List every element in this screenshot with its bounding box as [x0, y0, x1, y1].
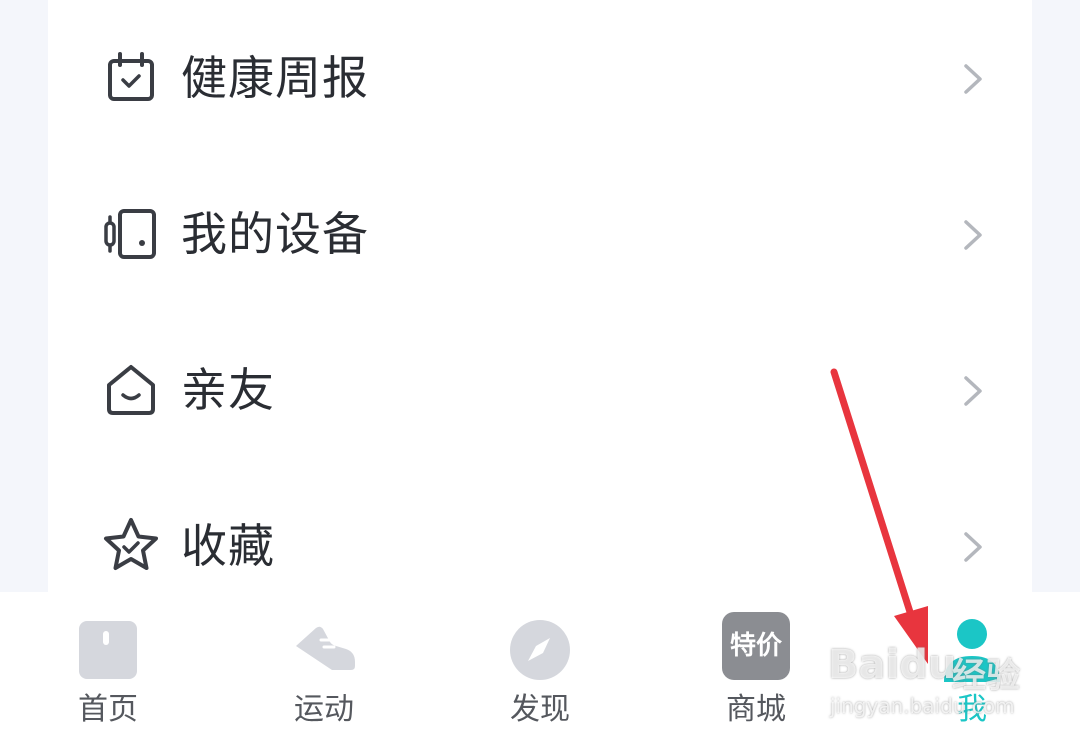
tab-label: 运动	[294, 692, 354, 727]
shoe-icon	[296, 626, 355, 670]
tab-mall[interactable]: 特价 商城	[686, 592, 826, 742]
tab-label: 发现	[510, 692, 570, 727]
tab-me[interactable]: 我	[902, 592, 1042, 742]
home-smile-icon	[107, 365, 155, 415]
special-price-badge: 特价	[729, 631, 782, 661]
menu-item-label: 我的设备	[181, 207, 369, 261]
menu-item-label: 收藏	[181, 519, 275, 573]
menu-card: 健康周报 我的设备 亲友 收藏	[48, 0, 1032, 592]
star-check-icon	[104, 518, 158, 570]
menu-item-label: 亲友	[181, 363, 275, 417]
chevron-right-icon	[964, 532, 982, 562]
tab-sports[interactable]: 运动	[254, 592, 394, 742]
chevron-right-icon	[964, 64, 982, 94]
menu-item-my-devices[interactable]: 我的设备	[48, 156, 1032, 312]
menu-item-label: 健康周报	[181, 51, 369, 105]
tab-home[interactable]: 首页	[38, 592, 178, 742]
tab-discover[interactable]: 发现	[470, 592, 610, 742]
menu-item-family-friends[interactable]: 亲友	[48, 312, 1032, 468]
chevron-right-icon	[964, 376, 982, 406]
calendar-check-icon	[108, 52, 154, 101]
tab-label: 商城	[726, 692, 786, 727]
device-icon	[104, 209, 156, 259]
special-price-icon: 特价	[722, 612, 790, 680]
tab-label: 首页	[78, 692, 138, 727]
tab-label: 我	[957, 692, 987, 727]
chevron-right-icon	[964, 220, 982, 250]
menu-item-health-weekly[interactable]: 健康周报	[48, 0, 1032, 156]
compass-icon	[510, 620, 570, 680]
bottom-tab-bar: 首页 运动 发现 特价 商城 我	[0, 592, 1080, 742]
home-square-icon	[79, 621, 137, 679]
person-icon	[944, 619, 1000, 682]
